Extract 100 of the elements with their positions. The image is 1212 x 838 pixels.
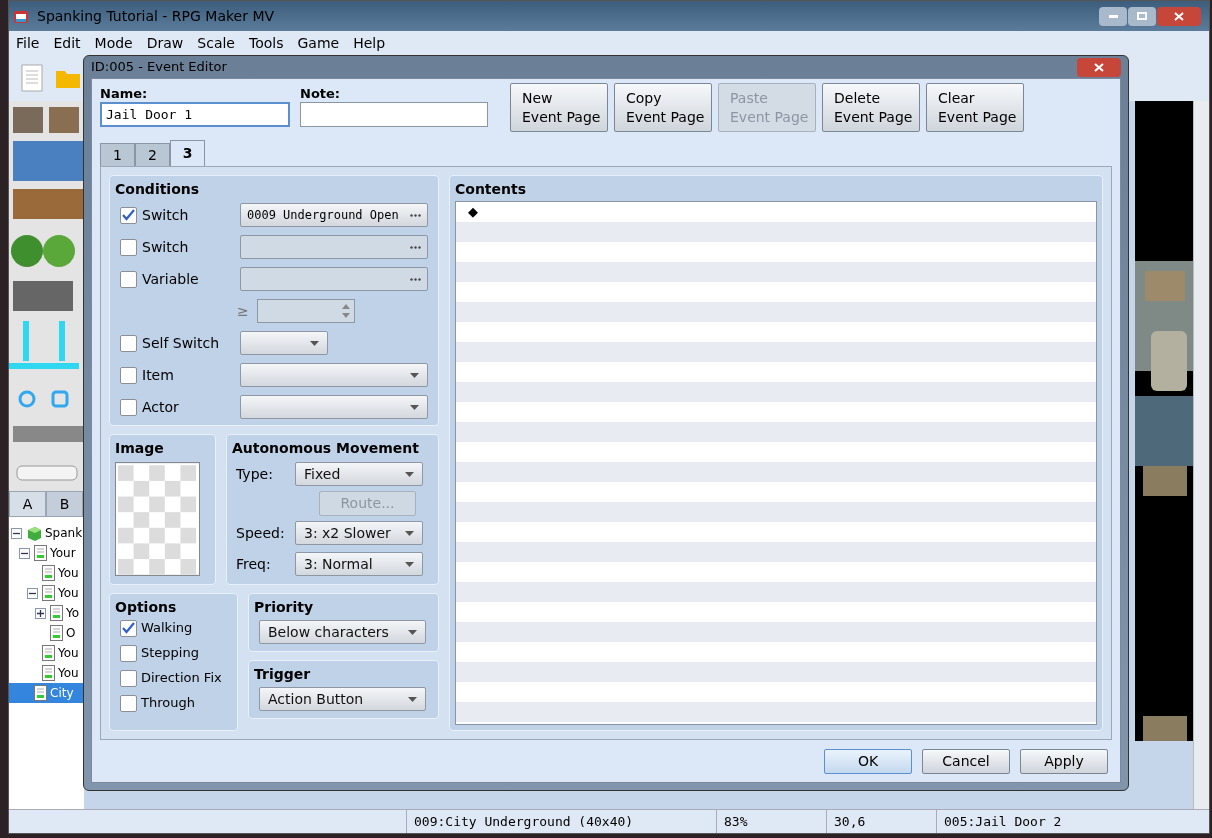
expand-icon[interactable] [35,607,46,619]
tree-label: You [58,585,79,602]
minimize-button[interactable] [1099,6,1127,26]
menu-item[interactable]: Draw [139,32,191,54]
page-button[interactable]: Copy Event Page [614,83,712,132]
page-tab[interactable]: 3 [170,140,205,166]
event-command-list[interactable]: ◆ [455,201,1097,725]
tree-item[interactable]: Yo [9,603,84,623]
field-label: Note: [300,85,342,102]
checkbox[interactable] [120,270,137,288]
page-button[interactable]: Clear Event Page [926,83,1024,132]
maximize-icon [1137,12,1147,20]
dropdown[interactable]: Action Button [259,687,426,711]
checkbox[interactable] [120,644,137,662]
more-icon [410,245,421,249]
command-line[interactable]: ◆ [456,202,1096,222]
spin-arrows-icon[interactable] [342,304,350,318]
group-title: Image [115,439,165,457]
close-button[interactable] [1157,6,1201,26]
dropdown[interactable]: Fixed [295,462,423,486]
dialog-button[interactable]: Cancel [922,749,1010,774]
tree-label: You [58,665,79,682]
tree-label: You [58,645,79,662]
menu-item[interactable]: Help [346,32,393,54]
collapse-icon[interactable] [11,527,22,539]
value-picker[interactable] [240,267,428,291]
value-picker[interactable] [240,235,428,259]
tree-label: You [58,565,79,582]
checkbox[interactable] [120,206,137,224]
tree-item[interactable]: You [9,583,84,603]
field-label: Type: [235,464,274,484]
dropdown-arrow-icon [405,471,414,477]
tree-label: O [66,625,76,642]
tree-item[interactable]: Spank [9,523,84,543]
dropdown[interactable]: Below characters [259,620,426,644]
map-icon [50,605,63,621]
maximize-button[interactable] [1128,6,1156,26]
map-icon [50,625,63,641]
checkbox[interactable] [120,238,137,256]
collapse-icon[interactable] [19,547,30,559]
dropdown[interactable] [240,395,428,419]
checkbox[interactable] [120,669,137,687]
checkbox[interactable] [120,398,137,416]
tree-label: Your [50,545,76,562]
page-tab[interactable]: 2 [135,143,170,166]
dropdown-arrow-icon [410,404,419,410]
checkmark-icon [122,622,135,634]
menu-item[interactable]: Edit [46,32,88,54]
status-text: 005:Jail Door 2 [936,810,1136,833]
transparent-image-preview[interactable] [115,462,200,576]
tree-item[interactable]: O [9,623,84,643]
comparison-sign: ≥ [237,301,249,321]
note-field[interactable] [300,102,488,127]
status-text: 83% [716,810,826,833]
name-field[interactable]: Jail Door 1 [100,102,290,127]
tree-item[interactable]: You [9,663,84,683]
dropdown[interactable]: 3: Normal [295,552,423,576]
dropdown[interactable] [240,331,328,355]
window-title: Spanking Tutorial - RPG Maker MV [37,6,275,26]
dropdown-arrow-icon [408,696,417,702]
tileset-tab[interactable]: A [9,491,46,517]
page-button[interactable]: Delete Event Page [822,83,920,132]
map-icon [42,565,55,581]
tileset-tab[interactable]: B [46,491,83,517]
dropdown[interactable]: 3: x2 Slower [295,521,423,545]
page-button[interactable]: New Event Page [510,83,608,132]
tree-item[interactable]: You [9,643,84,663]
more-icon [410,277,421,281]
close-icon [1174,11,1184,21]
tree-item[interactable]: City [9,683,84,703]
menu-item[interactable]: File [9,32,47,54]
tree-item[interactable]: You [9,563,84,583]
tree-label: City [50,685,74,702]
tree-item[interactable]: Your [9,543,84,563]
checkbox[interactable] [120,694,137,712]
checkbox[interactable] [120,619,137,637]
page-tab[interactable]: 1 [100,143,135,166]
checkbox-label: Actor [142,397,179,417]
checkbox-label: Walking [141,619,193,638]
map-icon [34,545,47,561]
menu-item[interactable]: Game [290,32,347,54]
group-title: Options [115,598,178,616]
dialog-button[interactable]: OK [824,749,912,774]
map-icon [42,645,55,661]
menu-item[interactable]: Mode [87,32,140,54]
number-spinner[interactable] [257,299,355,323]
close-button[interactable] [1077,57,1121,77]
checkbox[interactable] [120,366,137,384]
vertical-scrollbar[interactable] [1193,101,1209,809]
menu-item[interactable]: Tools [241,32,291,54]
checkbox-label: Direction Fix [141,669,222,688]
checkmark-icon [122,209,135,221]
collapse-icon[interactable] [27,587,38,599]
dialog-button[interactable]: Apply [1020,749,1108,774]
checkbox[interactable] [120,334,137,352]
value-picker[interactable]: 0009 Underground Open [240,203,428,227]
menu-item[interactable]: Scale [190,32,242,54]
new-file-icon[interactable] [21,64,43,92]
dropdown[interactable] [240,363,428,387]
dialog-title: ID:005 - Event Editor [91,58,227,77]
